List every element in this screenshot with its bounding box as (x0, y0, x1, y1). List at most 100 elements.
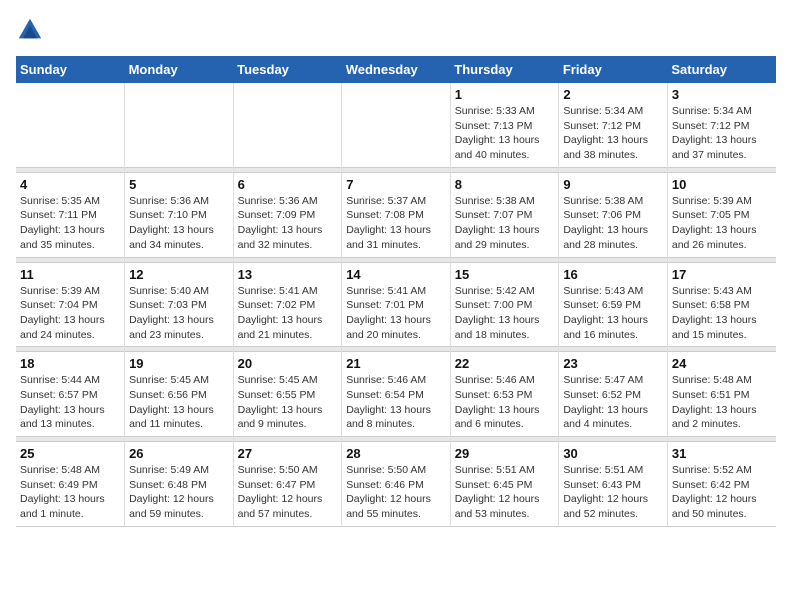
day-info: Sunrise: 5:46 AM Sunset: 6:53 PM Dayligh… (455, 373, 555, 432)
calendar-row: 25 Sunrise: 5:48 AM Sunset: 6:49 PM Dayli… (16, 442, 776, 527)
day-number: 12 (129, 267, 229, 282)
day-number: 31 (672, 446, 772, 461)
calendar-row: 1 Sunrise: 5:33 AM Sunset: 7:13 PM Daylig… (16, 83, 776, 167)
day-number: 26 (129, 446, 229, 461)
day-number: 6 (238, 177, 338, 192)
calendar-row: 18 Sunrise: 5:44 AM Sunset: 6:57 PM Dayli… (16, 352, 776, 437)
day-info: Sunrise: 5:43 AM Sunset: 6:59 PM Dayligh… (563, 284, 663, 343)
day-info: Sunrise: 5:34 AM Sunset: 7:12 PM Dayligh… (672, 104, 772, 163)
day-number: 20 (238, 356, 338, 371)
day-number: 17 (672, 267, 772, 282)
day-info: Sunrise: 5:47 AM Sunset: 6:52 PM Dayligh… (563, 373, 663, 432)
day-info: Sunrise: 5:33 AM Sunset: 7:13 PM Dayligh… (455, 104, 555, 163)
calendar-cell: 8 Sunrise: 5:38 AM Sunset: 7:07 PM Daylig… (450, 172, 559, 257)
calendar-cell: 29 Sunrise: 5:51 AM Sunset: 6:45 PM Dayli… (450, 442, 559, 527)
day-number: 22 (455, 356, 555, 371)
day-info: Sunrise: 5:51 AM Sunset: 6:43 PM Dayligh… (563, 463, 663, 522)
day-info: Sunrise: 5:45 AM Sunset: 6:55 PM Dayligh… (238, 373, 338, 432)
calendar-cell: 3 Sunrise: 5:34 AM Sunset: 7:12 PM Daylig… (667, 83, 776, 167)
day-number: 15 (455, 267, 555, 282)
day-info: Sunrise: 5:38 AM Sunset: 7:06 PM Dayligh… (563, 194, 663, 253)
day-number: 1 (455, 87, 555, 102)
day-header-row: SundayMondayTuesdayWednesdayThursdayFrid… (16, 56, 776, 83)
calendar-cell: 9 Sunrise: 5:38 AM Sunset: 7:06 PM Daylig… (559, 172, 668, 257)
day-info: Sunrise: 5:48 AM Sunset: 6:49 PM Dayligh… (20, 463, 120, 522)
day-number: 27 (238, 446, 338, 461)
calendar-cell: 17 Sunrise: 5:43 AM Sunset: 6:58 PM Dayli… (667, 262, 776, 347)
calendar-cell (233, 83, 342, 167)
calendar-cell: 10 Sunrise: 5:39 AM Sunset: 7:05 PM Dayli… (667, 172, 776, 257)
calendar-cell (125, 83, 234, 167)
day-number: 16 (563, 267, 663, 282)
calendar-cell: 31 Sunrise: 5:52 AM Sunset: 6:42 PM Dayli… (667, 442, 776, 527)
calendar-cell: 11Sunrise: 5:39 AM Sunset: 7:04 PM Dayli… (16, 262, 125, 347)
day-info: Sunrise: 5:52 AM Sunset: 6:42 PM Dayligh… (672, 463, 772, 522)
day-info: Sunrise: 5:39 AM Sunset: 7:05 PM Dayligh… (672, 194, 772, 253)
page-header (16, 16, 776, 44)
calendar-cell: 18 Sunrise: 5:44 AM Sunset: 6:57 PM Dayli… (16, 352, 125, 437)
day-info: Sunrise: 5:48 AM Sunset: 6:51 PM Dayligh… (672, 373, 772, 432)
calendar-cell (16, 83, 125, 167)
day-number: 18 (20, 356, 120, 371)
day-number: 9 (563, 177, 663, 192)
calendar-cell: 28 Sunrise: 5:50 AM Sunset: 6:46 PM Dayli… (342, 442, 451, 527)
day-info: Sunrise: 5:35 AM Sunset: 7:11 PM Dayligh… (20, 194, 120, 253)
calendar-cell: 24 Sunrise: 5:48 AM Sunset: 6:51 PM Dayli… (667, 352, 776, 437)
day-info: Sunrise: 5:49 AM Sunset: 6:48 PM Dayligh… (129, 463, 229, 522)
day-info: Sunrise: 5:44 AM Sunset: 6:57 PM Dayligh… (20, 373, 120, 432)
calendar-row: 4 Sunrise: 5:35 AM Sunset: 7:11 PM Daylig… (16, 172, 776, 257)
day-number: 3 (672, 87, 772, 102)
calendar-cell: 25 Sunrise: 5:48 AM Sunset: 6:49 PM Dayli… (16, 442, 125, 527)
calendar-cell: 1 Sunrise: 5:33 AM Sunset: 7:13 PM Daylig… (450, 83, 559, 167)
day-number: 30 (563, 446, 663, 461)
day-info: Sunrise: 5:45 AM Sunset: 6:56 PM Dayligh… (129, 373, 229, 432)
day-info: Sunrise: 5:51 AM Sunset: 6:45 PM Dayligh… (455, 463, 555, 522)
day-info: Sunrise: 5:34 AM Sunset: 7:12 PM Dayligh… (563, 104, 663, 163)
day-header-tuesday: Tuesday (233, 56, 342, 83)
day-info: Sunrise: 5:38 AM Sunset: 7:07 PM Dayligh… (455, 194, 555, 253)
day-info: Sunrise: 5:43 AM Sunset: 6:58 PM Dayligh… (672, 284, 772, 343)
day-number: 2 (563, 87, 663, 102)
day-info: Sunrise: 5:40 AM Sunset: 7:03 PM Dayligh… (129, 284, 229, 343)
day-number: 24 (672, 356, 772, 371)
day-number: 5 (129, 177, 229, 192)
day-info: Sunrise: 5:41 AM Sunset: 7:01 PM Dayligh… (346, 284, 446, 343)
day-number: 21 (346, 356, 446, 371)
calendar-cell: 22 Sunrise: 5:46 AM Sunset: 6:53 PM Dayli… (450, 352, 559, 437)
calendar-cell: 30 Sunrise: 5:51 AM Sunset: 6:43 PM Dayli… (559, 442, 668, 527)
calendar-cell: 6 Sunrise: 5:36 AM Sunset: 7:09 PM Daylig… (233, 172, 342, 257)
calendar-cell: 21 Sunrise: 5:46 AM Sunset: 6:54 PM Dayli… (342, 352, 451, 437)
calendar-cell: 16 Sunrise: 5:43 AM Sunset: 6:59 PM Dayli… (559, 262, 668, 347)
day-info: Sunrise: 5:36 AM Sunset: 7:09 PM Dayligh… (238, 194, 338, 253)
day-number: 19 (129, 356, 229, 371)
day-header-wednesday: Wednesday (342, 56, 451, 83)
calendar-cell: 4 Sunrise: 5:35 AM Sunset: 7:11 PM Daylig… (16, 172, 125, 257)
calendar-cell: 13Sunrise: 5:41 AM Sunset: 7:02 PM Dayli… (233, 262, 342, 347)
calendar-cell: 14Sunrise: 5:41 AM Sunset: 7:01 PM Dayli… (342, 262, 451, 347)
day-info: Sunrise: 5:37 AM Sunset: 7:08 PM Dayligh… (346, 194, 446, 253)
day-header-saturday: Saturday (667, 56, 776, 83)
day-header-monday: Monday (125, 56, 234, 83)
calendar-row: 11Sunrise: 5:39 AM Sunset: 7:04 PM Dayli… (16, 262, 776, 347)
day-info: Sunrise: 5:36 AM Sunset: 7:10 PM Dayligh… (129, 194, 229, 253)
day-number: 25 (20, 446, 120, 461)
day-header-thursday: Thursday (450, 56, 559, 83)
day-number: 4 (20, 177, 120, 192)
day-info: Sunrise: 5:46 AM Sunset: 6:54 PM Dayligh… (346, 373, 446, 432)
calendar-table: SundayMondayTuesdayWednesdayThursdayFrid… (16, 56, 776, 527)
calendar-cell: 27Sunrise: 5:50 AM Sunset: 6:47 PM Dayli… (233, 442, 342, 527)
day-info: Sunrise: 5:42 AM Sunset: 7:00 PM Dayligh… (455, 284, 555, 343)
day-info: Sunrise: 5:50 AM Sunset: 6:46 PM Dayligh… (346, 463, 446, 522)
day-number: 8 (455, 177, 555, 192)
logo (16, 16, 48, 44)
day-number: 28 (346, 446, 446, 461)
calendar-cell: 23 Sunrise: 5:47 AM Sunset: 6:52 PM Dayli… (559, 352, 668, 437)
day-info: Sunrise: 5:39 AM Sunset: 7:04 PM Dayligh… (20, 284, 120, 343)
day-number: 23 (563, 356, 663, 371)
day-header-friday: Friday (559, 56, 668, 83)
calendar-cell (342, 83, 451, 167)
day-number: 10 (672, 177, 772, 192)
day-number: 29 (455, 446, 555, 461)
calendar-cell: 19 Sunrise: 5:45 AM Sunset: 6:56 PM Dayli… (125, 352, 234, 437)
calendar-cell: 7Sunrise: 5:37 AM Sunset: 7:08 PM Daylig… (342, 172, 451, 257)
